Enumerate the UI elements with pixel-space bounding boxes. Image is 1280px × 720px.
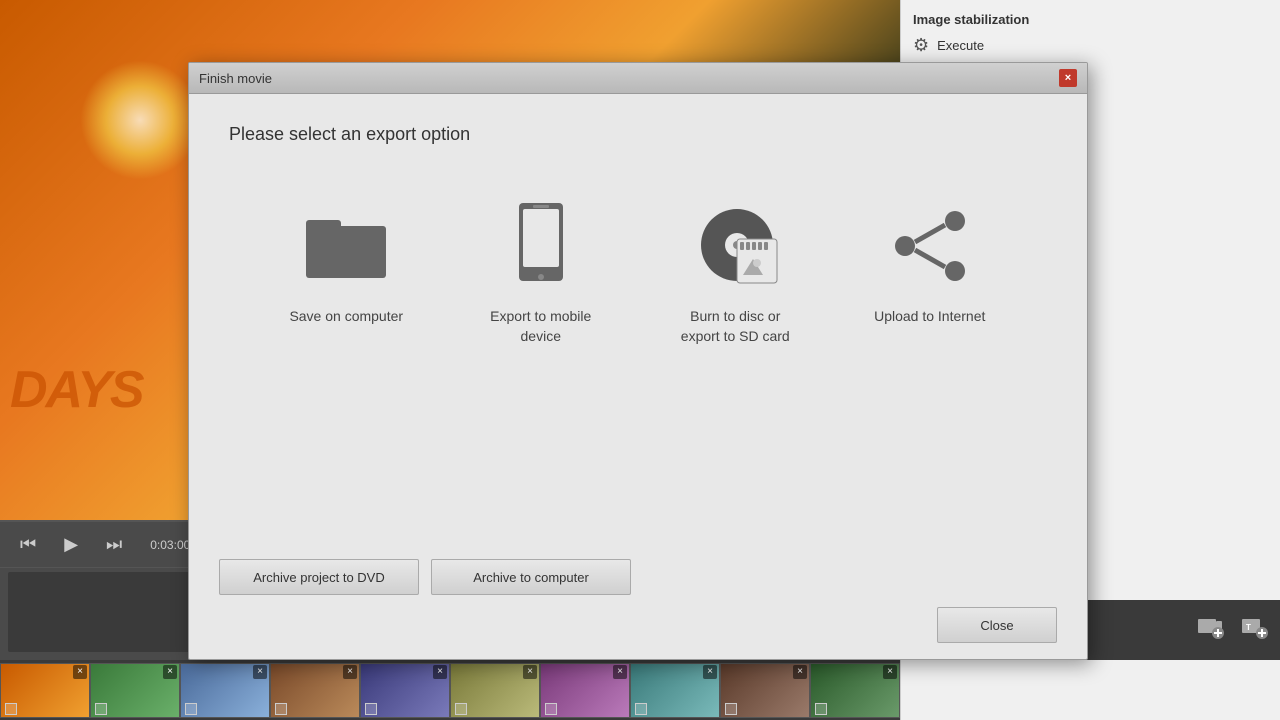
finish-movie-dialog: Finish movie × Please select an export o… [188,62,1088,660]
rewind-button[interactable]: ⏮ [12,530,44,559]
image-stabilization-label: Image stabilization [913,12,1268,27]
dialog-body: Please select an export option Save on c… [189,94,1087,543]
filmstrip-checkbox-10[interactable] [815,703,827,715]
filmstrip-close-5[interactable]: × [433,665,447,679]
close-btn-row: Close [219,607,1057,643]
dialog-footer: Archive project to DVD Archive to comput… [189,543,1087,659]
burn-disc-label: Burn to disc or export to SD card [671,307,799,346]
preview-overlay-text: DAYS [10,360,143,420]
burn-disc-option[interactable]: Burn to disc or export to SD card [655,185,815,362]
filmstrip: × × × × × × × × × × [0,660,900,720]
archive-dvd-button[interactable]: Archive project to DVD [219,559,419,595]
sun-decoration [80,60,200,180]
export-mobile-label: Export to mobile device [477,307,605,346]
filmstrip-checkbox-6[interactable] [455,703,467,715]
upload-internet-label: Upload to Internet [874,307,985,327]
add-clip-button[interactable] [1196,613,1224,647]
filmstrip-close-8[interactable]: × [703,665,717,679]
export-mobile-option[interactable]: Export to mobile device [461,185,621,362]
dialog-title: Finish movie [199,71,272,86]
filmstrip-checkbox-1[interactable] [5,703,17,715]
add-text-button[interactable]: T [1240,613,1268,647]
filmstrip-close-4[interactable]: × [343,665,357,679]
execute-item[interactable]: ⚙ Execute [913,35,1268,56]
filmstrip-item[interactable]: × [540,663,630,718]
execute-icon: ⚙ [913,35,929,56]
execute-label: Execute [937,38,984,53]
filmstrip-item[interactable]: × [720,663,810,718]
filmstrip-close-1[interactable]: × [73,665,87,679]
save-on-computer-option[interactable]: Save on computer [266,185,426,343]
filmstrip-close-2[interactable]: × [163,665,177,679]
filmstrip-item[interactable]: × [0,663,90,718]
export-options: Save on computer Export to mobile device [229,185,1047,513]
play-button[interactable]: ▶ [56,530,86,559]
upload-internet-option[interactable]: Upload to Internet [850,185,1010,343]
filmstrip-checkbox-2[interactable] [95,703,107,715]
svg-text:T: T [1246,623,1251,632]
filmstrip-item[interactable]: × [810,663,900,718]
filmstrip-checkbox-3[interactable] [185,703,197,715]
filmstrip-checkbox-7[interactable] [545,703,557,715]
mobile-icon [491,201,591,291]
dialog-heading: Please select an export option [229,124,1047,145]
archive-buttons: Archive project to DVD Archive to comput… [219,559,1057,595]
disc-icon [685,201,785,291]
filmstrip-item[interactable]: × [90,663,180,718]
timeline-time-1: 0:03:00 [150,538,190,552]
filmstrip-checkbox-5[interactable] [365,703,377,715]
fast-forward-button[interactable]: ⏭ [98,530,130,559]
save-computer-label: Save on computer [289,307,403,327]
filmstrip-checkbox-8[interactable] [635,703,647,715]
filmstrip-item[interactable]: × [630,663,720,718]
filmstrip-close-6[interactable]: × [523,665,537,679]
filmstrip-checkbox-4[interactable] [275,703,287,715]
filmstrip-item[interactable]: × [360,663,450,718]
filmstrip-item[interactable]: × [180,663,270,718]
archive-computer-button[interactable]: Archive to computer [431,559,631,595]
filmstrip-close-10[interactable]: × [883,665,897,679]
close-dialog-button[interactable]: Close [937,607,1057,643]
filmstrip-close-7[interactable]: × [613,665,627,679]
share-icon [880,201,980,291]
filmstrip-item[interactable]: × [450,663,540,718]
filmstrip-close-9[interactable]: × [793,665,807,679]
filmstrip-item[interactable]: × [270,663,360,718]
filmstrip-close-3[interactable]: × [253,665,267,679]
image-stabilization-section: Image stabilization ⚙ Execute [913,12,1268,56]
folder-icon [296,201,396,291]
filmstrip-checkbox-9[interactable] [725,703,737,715]
dialog-close-button[interactable]: × [1059,69,1077,87]
dialog-titlebar: Finish movie × [189,63,1087,94]
